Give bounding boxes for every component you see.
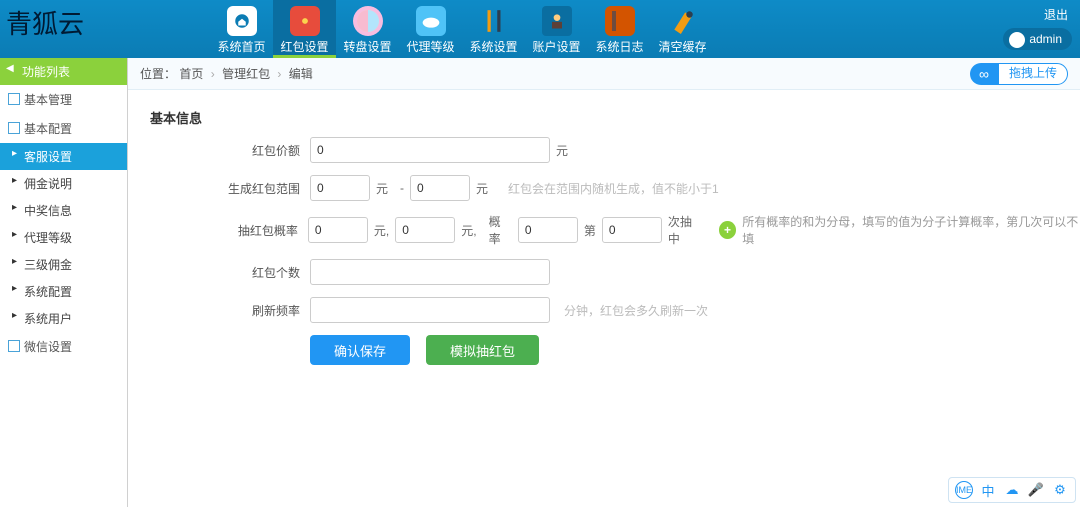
rate-b-input[interactable] (395, 217, 455, 243)
refresh-label: 刷新频率 (228, 302, 300, 319)
nav-account[interactable]: 账户设置 (525, 0, 588, 58)
sidebar-item-kefu[interactable]: 客服设置 (0, 143, 127, 170)
count-label: 红包个数 (228, 264, 300, 281)
crumb-bar: 位置： 首页 › 管理红包 › 编辑 ∞ 拖拽上传 (128, 58, 1080, 90)
rate-nth-input[interactable] (602, 217, 662, 243)
nav-label: 系统日志 (595, 38, 643, 55)
sidebar-item-agent-level[interactable]: 代理等级 (0, 224, 127, 251)
cloud-icon (416, 6, 446, 36)
nav-label: 系统设置 (469, 38, 517, 55)
nav-cloud[interactable]: 代理等级 (399, 0, 462, 58)
sidebar-item-commission-desc[interactable]: 佣金说明 (0, 170, 127, 197)
sidebar-item-sys-user[interactable]: 系统用户 (0, 305, 127, 332)
section-title: 基本信息 (128, 90, 1080, 137)
ime-cloud-icon[interactable]: ☁ (1003, 481, 1021, 499)
crumb-edit: 编辑 (289, 67, 313, 81)
nav-label: 账户设置 (532, 38, 580, 55)
rate-prob-label: 概率 (489, 213, 512, 247)
price-unit: 元 (556, 142, 568, 159)
nav-label: 红包设置 (280, 38, 328, 55)
nav-label: 清空缓存 (658, 38, 706, 55)
sidebar-item-three-commission[interactable]: 三级佣金 (0, 251, 127, 278)
nav-label: 系统首页 (217, 38, 265, 55)
rate-unit2: 元, (461, 222, 476, 239)
top-nav: 系统首页 红包设置 转盘设置 代理等级 系统设置 账户设置 系统日志 清空缓存 (210, 0, 714, 58)
nav-redpack[interactable]: 红包设置 (273, 0, 336, 58)
upload-button[interactable]: 拖拽上传 (998, 63, 1068, 85)
rate-nth-label: 第 (584, 222, 596, 239)
log-icon (605, 6, 635, 36)
range-unit: 元 (376, 180, 388, 197)
ime-gear-icon[interactable]: ⚙ (1051, 481, 1069, 499)
range-min-input[interactable] (310, 175, 370, 201)
sidebar-group-basic-config[interactable]: 基本配置 (0, 114, 127, 143)
ime-mode-icon[interactable]: IME (955, 481, 973, 499)
sidebar-item-sys-config[interactable]: 系统配置 (0, 278, 127, 305)
redpack-icon (290, 6, 320, 36)
range-label: 生成红包范围 (228, 180, 300, 197)
range-unit2: 元 (476, 180, 488, 197)
rate-prob-input[interactable] (518, 217, 578, 243)
account-icon (542, 6, 572, 36)
nav-label: 转盘设置 (343, 38, 391, 55)
rate-tail: 次抽中 (668, 213, 703, 247)
home-icon (227, 6, 257, 36)
crumb-home[interactable]: 首页 (179, 67, 203, 81)
nav-home[interactable]: 系统首页 (210, 0, 273, 58)
rate-a-input[interactable] (308, 217, 368, 243)
price-input[interactable] (310, 137, 550, 163)
logout-link[interactable]: 退出 (1044, 6, 1068, 23)
form: 红包价额 元 生成红包范围 元 - 元 红包会在范围内随机生成，值不能小于1 抽… (128, 137, 1080, 365)
crumb-label: 位置： (140, 67, 176, 81)
sidebar-item-win-info[interactable]: 中奖信息 (0, 197, 127, 224)
range-hint: 红包会在范围内随机生成，值不能小于1 (508, 180, 719, 197)
crumb-manage[interactable]: 管理红包 (222, 67, 270, 81)
ime-mic-icon[interactable]: 🎤 (1027, 481, 1045, 499)
sidebar-group-basic-manage[interactable]: 基本管理 (0, 85, 127, 114)
count-input[interactable] (310, 259, 550, 285)
refresh-hint: 分钟，红包会多久刷新一次 (564, 302, 708, 319)
sidebar-group-wechat[interactable]: 微信设置 (0, 332, 127, 361)
refresh-input[interactable] (310, 297, 550, 323)
wheel-icon (353, 6, 383, 36)
simulate-button[interactable]: 模拟抽红包 (426, 335, 539, 365)
crumb-sep: › (211, 67, 215, 81)
sidebar: 功能列表 基本管理 基本配置 客服设置 佣金说明 中奖信息 代理等级 三级佣金 … (0, 58, 128, 507)
nav-wheel[interactable]: 转盘设置 (336, 0, 399, 58)
rate-label: 抽红包概率 (228, 222, 298, 239)
nav-tools[interactable]: 系统设置 (462, 0, 525, 58)
main-area: 位置： 首页 › 管理红包 › 编辑 ∞ 拖拽上传 基本信息 红包价额 元 生成… (128, 58, 1080, 507)
rate-hint: 所有概率的和为分母，填写的值为分子计算概率，第几次可以不填 (742, 213, 1080, 247)
brand-logo: 青狐云 (6, 4, 84, 41)
clear-icon (668, 6, 698, 36)
nav-clear[interactable]: 清空缓存 (651, 0, 714, 58)
rate-unit: 元, (374, 222, 389, 239)
ime-floatbar[interactable]: IME 中 ☁ 🎤 ⚙ (948, 477, 1076, 503)
nav-label: 代理等级 (406, 38, 454, 55)
nav-log[interactable]: 系统日志 (588, 0, 651, 58)
add-rate-button[interactable]: + (719, 221, 736, 239)
range-sep: - (400, 181, 404, 195)
tools-icon (479, 6, 509, 36)
sidebar-title: 功能列表 (0, 58, 127, 85)
admin-user-pill[interactable]: admin (1003, 28, 1072, 50)
crumb-sep: › (277, 67, 281, 81)
save-button[interactable]: 确认保存 (310, 335, 410, 365)
price-label: 红包价额 (228, 142, 300, 159)
ime-lang-icon[interactable]: 中 (979, 481, 997, 499)
upload-cloud-icon[interactable]: ∞ (970, 63, 998, 85)
range-max-input[interactable] (410, 175, 470, 201)
